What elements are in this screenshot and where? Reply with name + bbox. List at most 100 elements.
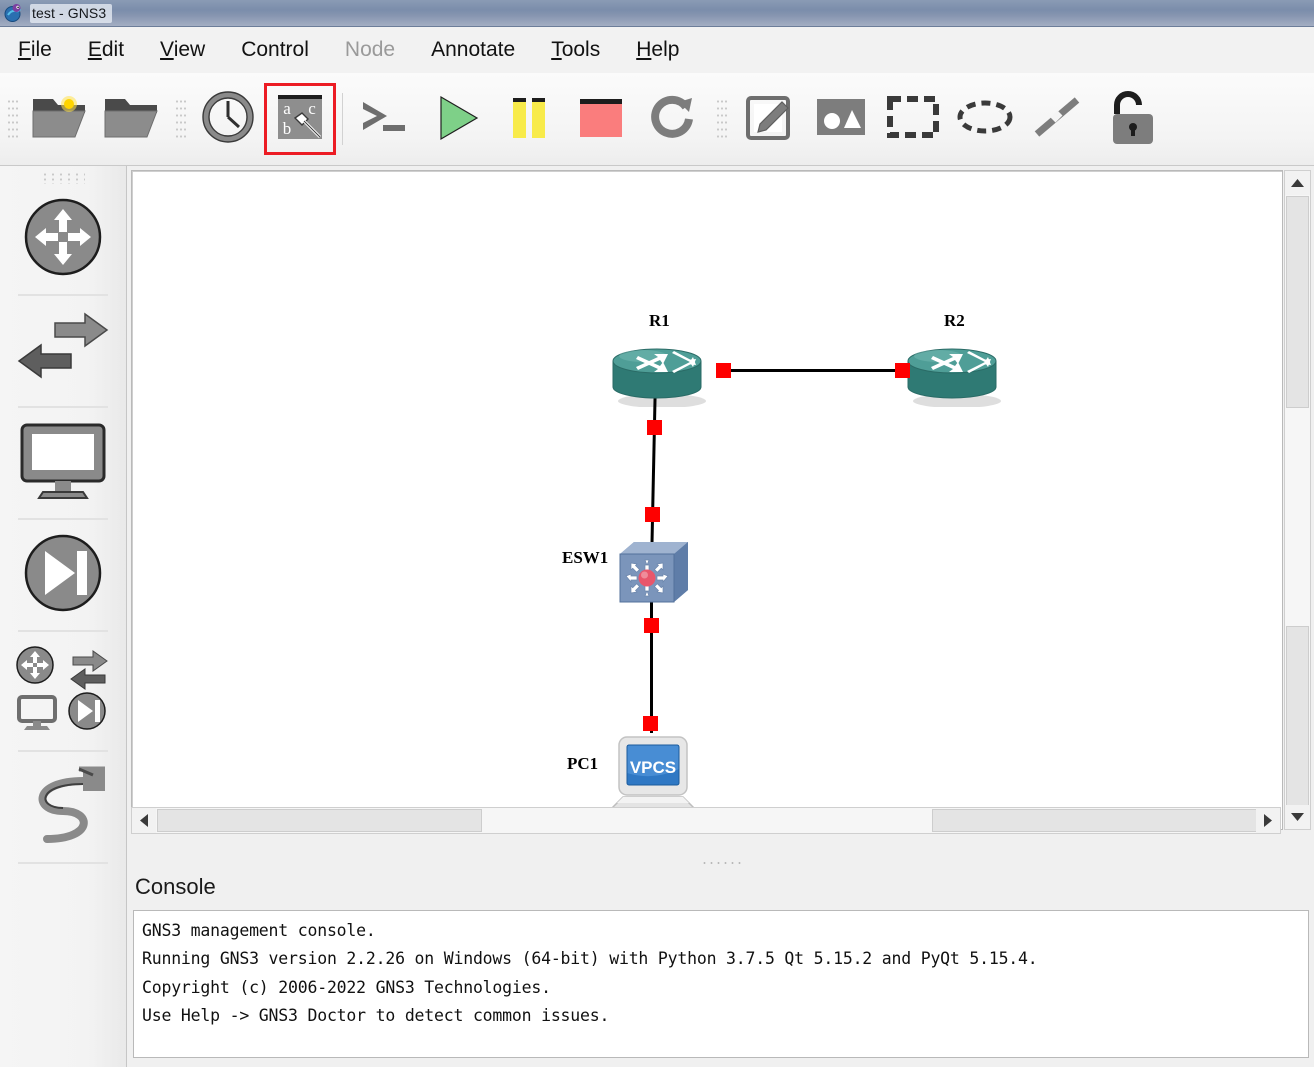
sidebar-item-end-devices[interactable] bbox=[8, 408, 118, 518]
menu-tools-rest: ools bbox=[561, 38, 601, 61]
gns3-main-window: test - GNS3 File Edit View Control Node … bbox=[0, 0, 1314, 1067]
menu-file[interactable]: File bbox=[0, 34, 70, 66]
link-status-esw1-pc1-b[interactable] bbox=[643, 716, 658, 731]
svg-text:b: b bbox=[283, 119, 292, 138]
console-output[interactable]: GNS3 management console. Running GNS3 ve… bbox=[133, 910, 1309, 1058]
menu-view[interactable]: View bbox=[142, 34, 223, 66]
canvas-vertical-scrollbar[interactable] bbox=[1284, 170, 1311, 830]
stop-icon bbox=[574, 90, 628, 149]
node-label-pc1[interactable]: PC1 bbox=[567, 754, 598, 774]
draw-ellipse-button[interactable] bbox=[949, 83, 1021, 155]
abc-wand-icon: a c b bbox=[275, 92, 325, 147]
console-panel: Console GNS3 management console. Running… bbox=[127, 870, 1314, 1067]
link-status-r1-r2-a[interactable] bbox=[716, 363, 731, 378]
gns3-chameleon-icon bbox=[4, 3, 24, 23]
canvas-vscroll-thumb[interactable] bbox=[1286, 196, 1309, 408]
menu-node: Node bbox=[344, 38, 396, 61]
main-toolbar: a c b bbox=[0, 73, 1314, 166]
firewall-icon bbox=[19, 529, 107, 622]
sidebar-separator-6 bbox=[18, 862, 108, 864]
toolbar-grip-2[interactable] bbox=[174, 96, 186, 142]
svg-text:c: c bbox=[308, 99, 316, 118]
link-status-esw1-pc1-a[interactable] bbox=[644, 618, 659, 633]
topology-canvas-area: R1 R2 ESW1 VPCS PC1 bbox=[127, 166, 1314, 858]
all-devices-grid-icon bbox=[13, 643, 113, 740]
window-title: test - GNS3 bbox=[30, 3, 113, 23]
node-esw1[interactable] bbox=[614, 536, 692, 613]
monitor-icon bbox=[17, 420, 109, 507]
node-label-r1[interactable]: R1 bbox=[649, 311, 670, 331]
toolbar-grip-3[interactable] bbox=[715, 96, 727, 142]
toolbar-separator-1 bbox=[342, 93, 343, 145]
sidebar-item-security[interactable] bbox=[8, 520, 118, 630]
lock-items-button[interactable] bbox=[1093, 83, 1165, 155]
link-esw1-pc1[interactable] bbox=[650, 593, 653, 733]
edit-project-button[interactable]: a c b bbox=[264, 83, 336, 155]
start-all-button[interactable] bbox=[421, 83, 493, 155]
reload-icon bbox=[645, 89, 701, 150]
recent-projects-button[interactable] bbox=[192, 83, 264, 155]
new-project-button[interactable] bbox=[24, 83, 96, 155]
menu-bar: File Edit View Control Node Annotate Too… bbox=[0, 27, 1314, 74]
terminal-prompt-icon bbox=[357, 92, 413, 147]
scroll-right-arrow-icon[interactable] bbox=[1256, 808, 1280, 833]
padlock-open-icon bbox=[1101, 88, 1157, 151]
link-status-r1-esw1-a[interactable] bbox=[647, 420, 662, 435]
clock-icon bbox=[200, 89, 256, 150]
menu-file-rest: ile bbox=[30, 38, 52, 61]
menu-edit[interactable]: Edit bbox=[70, 34, 142, 66]
canvas-hscroll-thumb-left[interactable] bbox=[157, 809, 482, 832]
play-icon bbox=[430, 90, 484, 149]
svg-text:a: a bbox=[283, 99, 291, 118]
stop-all-button[interactable] bbox=[565, 83, 637, 155]
menu-help-rest: elp bbox=[651, 38, 680, 61]
folder-open-icon bbox=[102, 91, 162, 148]
menu-control[interactable]: Control bbox=[223, 34, 327, 66]
suspend-all-button[interactable] bbox=[493, 83, 565, 155]
insert-image-button[interactable] bbox=[805, 83, 877, 155]
canvas-vscroll-thumb-lower[interactable] bbox=[1286, 626, 1309, 806]
menu-tools[interactable]: Tools bbox=[533, 34, 618, 66]
sidebar-item-all-devices[interactable] bbox=[8, 632, 118, 750]
toolbar-grip-1[interactable] bbox=[6, 96, 18, 142]
canvas-hscroll-thumb-right[interactable] bbox=[932, 809, 1257, 832]
scroll-left-arrow-icon[interactable] bbox=[132, 808, 156, 833]
console-title: Console bbox=[135, 874, 216, 899]
menu-view-rest: iew bbox=[173, 38, 206, 61]
open-project-button[interactable] bbox=[96, 83, 168, 155]
menu-help[interactable]: Help bbox=[618, 34, 697, 66]
canvas-horizontal-scrollbar[interactable] bbox=[131, 807, 1281, 834]
scroll-down-arrow-icon[interactable] bbox=[1285, 805, 1310, 829]
scroll-up-arrow-icon[interactable] bbox=[1285, 171, 1310, 195]
image-icon bbox=[813, 92, 869, 147]
link-status-r1-r2-b[interactable] bbox=[895, 363, 910, 378]
menu-edit-rest: dit bbox=[101, 38, 125, 61]
line-icon bbox=[1029, 92, 1085, 147]
cable-link-icon bbox=[13, 759, 113, 856]
ellipse-icon bbox=[955, 95, 1015, 144]
sidebar-item-add-link[interactable] bbox=[8, 752, 118, 862]
link-status-r1-esw1-b[interactable] bbox=[645, 507, 660, 522]
topology-canvas[interactable]: R1 R2 ESW1 VPCS PC1 bbox=[131, 170, 1283, 830]
sidebar-item-switches[interactable] bbox=[8, 296, 118, 406]
canvas-console-splitter[interactable] bbox=[127, 856, 1314, 870]
sidebar-item-routers[interactable] bbox=[8, 184, 118, 294]
node-label-r2[interactable]: R2 bbox=[944, 311, 965, 331]
link-r1-r2[interactable] bbox=[722, 369, 907, 372]
menu-annotate[interactable]: Annotate bbox=[413, 34, 533, 66]
node-label-esw1[interactable]: ESW1 bbox=[562, 548, 608, 568]
node-r1[interactable] bbox=[610, 345, 710, 412]
console-text: GNS3 management console. Running GNS3 ve… bbox=[142, 921, 1038, 1026]
switch-icon bbox=[15, 309, 111, 394]
sidebar-grip[interactable] bbox=[41, 172, 85, 184]
router-icon bbox=[19, 193, 107, 286]
add-note-button[interactable] bbox=[733, 83, 805, 155]
node-r2[interactable] bbox=[905, 345, 1005, 412]
svg-text:VPCS: VPCS bbox=[630, 758, 676, 777]
title-bar: test - GNS3 bbox=[0, 0, 1314, 27]
draw-line-button[interactable] bbox=[1021, 83, 1093, 155]
rectangle-icon bbox=[885, 93, 941, 146]
draw-rectangle-button[interactable] bbox=[877, 83, 949, 155]
console-all-button[interactable] bbox=[349, 83, 421, 155]
reload-all-button[interactable] bbox=[637, 83, 709, 155]
